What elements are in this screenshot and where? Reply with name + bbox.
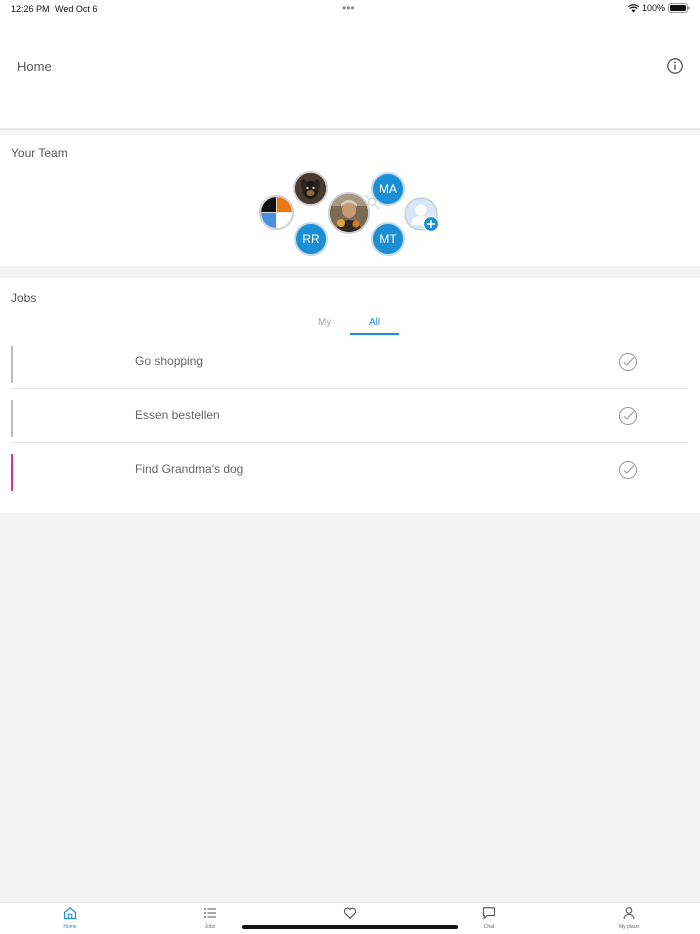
home-indicator[interactable] bbox=[242, 925, 458, 929]
member-avatar-pie[interactable] bbox=[259, 195, 294, 230]
job-title: Find Grandma's dog bbox=[135, 462, 244, 476]
add-member-button[interactable] bbox=[404, 197, 440, 233]
member-avatar-owner-photo[interactable] bbox=[328, 192, 370, 234]
nav-label: Chat bbox=[483, 924, 495, 930]
job-status-marker bbox=[11, 346, 13, 383]
page-title: Home bbox=[17, 59, 52, 74]
member-avatar-dog-photo[interactable] bbox=[293, 171, 328, 206]
nav-chat[interactable]: Chat bbox=[459, 906, 519, 930]
info-icon[interactable] bbox=[666, 57, 684, 75]
row-divider bbox=[11, 388, 688, 389]
person-icon bbox=[622, 906, 636, 920]
member-initials: MT bbox=[379, 232, 397, 246]
job-status-marker bbox=[11, 400, 13, 437]
add-person-icon bbox=[404, 197, 440, 233]
nav-label: Home bbox=[63, 924, 77, 930]
status-time: 12:26 PM bbox=[11, 4, 50, 14]
dog-photo-icon bbox=[295, 173, 326, 204]
tab-all[interactable]: All bbox=[369, 317, 380, 328]
job-status-marker bbox=[11, 454, 13, 491]
job-row-find-grandmas-dog[interactable]: Find Grandma's dog bbox=[11, 454, 688, 508]
chat-icon bbox=[482, 906, 496, 920]
nav-favorites[interactable] bbox=[320, 906, 380, 924]
multitasking-dots[interactable]: ••• bbox=[342, 1, 355, 15]
job-title: Essen bestellen bbox=[135, 408, 220, 422]
active-tab-indicator bbox=[350, 333, 399, 335]
person-photo-icon bbox=[330, 194, 368, 232]
team-card: Your Team MA RR MT bbox=[0, 135, 700, 266]
member-initials: RR bbox=[302, 232, 320, 246]
jobs-card: Jobs My All Go shopping Essen bestellen … bbox=[0, 278, 700, 513]
member-initials: MA bbox=[379, 182, 397, 196]
job-row-go-shopping[interactable]: Go shopping bbox=[11, 346, 688, 400]
home-icon bbox=[63, 906, 77, 920]
app-header: Home bbox=[0, 18, 700, 130]
nav-jobs[interactable]: Jobs bbox=[180, 906, 240, 930]
member-avatar-ma[interactable]: MA bbox=[371, 172, 405, 206]
row-divider bbox=[11, 442, 688, 443]
jobs-tabs: My All bbox=[300, 314, 400, 336]
nav-home[interactable]: Home bbox=[40, 906, 100, 930]
nav-label: My place bbox=[618, 924, 639, 930]
job-row-essen-bestellen[interactable]: Essen bestellen bbox=[11, 400, 688, 454]
list-icon bbox=[203, 906, 217, 920]
wifi-icon bbox=[627, 3, 639, 13]
status-bar: 12:26 PM Wed Oct 6 ••• 100% bbox=[0, 0, 700, 18]
team-cluster: MA RR MT bbox=[0, 135, 700, 266]
member-avatar-rr[interactable]: RR bbox=[294, 222, 328, 256]
jobs-title: Jobs bbox=[11, 291, 37, 305]
battery-percentage: 100% bbox=[641, 3, 665, 13]
battery-icon bbox=[668, 3, 690, 13]
bottom-nav: Home Jobs Chat My place bbox=[0, 902, 700, 934]
heart-icon bbox=[343, 906, 357, 920]
complete-check-icon[interactable] bbox=[618, 406, 638, 426]
job-title: Go shopping bbox=[135, 354, 204, 368]
complete-check-icon[interactable] bbox=[618, 352, 638, 372]
status-indicators: 100% bbox=[627, 3, 690, 13]
status-date: Wed Oct 6 bbox=[55, 4, 98, 14]
nav-label: Jobs bbox=[204, 924, 216, 930]
nav-my-place[interactable]: My place bbox=[599, 906, 659, 930]
pie-avatar-icon bbox=[261, 197, 292, 228]
tab-my[interactable]: My bbox=[318, 317, 331, 328]
complete-check-icon[interactable] bbox=[618, 460, 638, 480]
member-avatar-mt[interactable]: MT bbox=[371, 222, 405, 256]
